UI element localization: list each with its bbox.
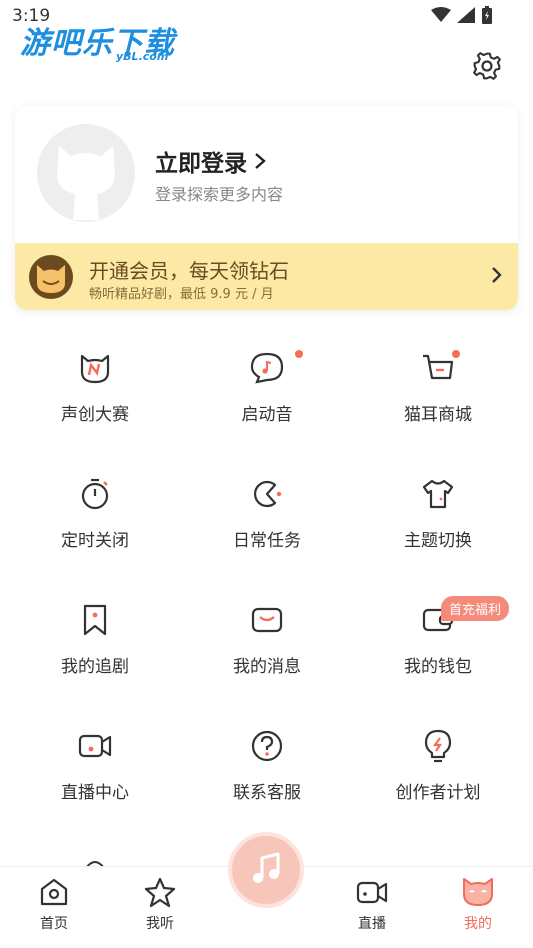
bulb-icon	[424, 729, 452, 763]
grid-item-daily-tasks[interactable]: 日常任务	[178, 456, 356, 556]
grid-item-messages[interactable]: 我的消息	[178, 582, 356, 682]
home-icon	[40, 878, 68, 906]
grid-label: 主题切换	[404, 531, 472, 551]
grid-item-following[interactable]: 我的追剧	[6, 582, 184, 682]
grid-label: 直播中心	[61, 783, 129, 803]
status-icons	[431, 6, 493, 24]
avatar[interactable]	[37, 124, 135, 222]
tab-label: 首页	[40, 916, 68, 932]
vip-subtitle: 畅听精品好剧，最低 9.9 元 / 月	[89, 287, 274, 302]
grid-label: 声创大赛	[61, 405, 129, 425]
grid-item-wallet[interactable]: 首充福利 我的钱包	[349, 582, 527, 682]
grid-label: 创作者计划	[395, 783, 481, 803]
chevron-right-icon	[492, 267, 502, 283]
cart-icon	[423, 354, 454, 380]
live-camera-icon	[78, 734, 112, 758]
grid-item-live-center[interactable]: 直播中心	[6, 708, 184, 808]
help-icon	[251, 730, 283, 762]
default-cat-avatar-icon	[57, 146, 115, 220]
grid-item-mall[interactable]: 猫耳商城	[349, 330, 527, 430]
tab-mine[interactable]: 我的	[438, 867, 518, 948]
wifi-icon	[431, 7, 451, 22]
vip-cat-icon	[29, 255, 73, 299]
mail-icon	[251, 607, 283, 633]
login-subtitle: 登录探索更多内容	[155, 185, 284, 204]
cat-face-icon	[463, 878, 493, 906]
grid-item-startup-sound[interactable]: 启动音	[178, 330, 356, 430]
tab-listen[interactable]: 我听	[120, 867, 200, 948]
task-icon	[253, 480, 282, 508]
grid-label: 日常任务	[233, 531, 301, 551]
login-button[interactable]: 立即登录	[155, 144, 267, 178]
vip-banner[interactable]: 开通会员，每天领钻石 畅听精品好剧，最低 9.9 元 / 月	[15, 243, 518, 310]
star-icon	[144, 877, 176, 908]
notification-dot	[452, 350, 460, 358]
grid-label: 我的追剧	[61, 657, 129, 677]
cat-n-icon	[80, 354, 110, 384]
music-note-icon	[253, 852, 280, 883]
watermark-logo: 游吧乐下载 yBL.com	[20, 18, 175, 63]
grid-item-contest[interactable]: 声创大赛	[6, 330, 184, 430]
login-title: 立即登录	[155, 151, 247, 177]
tab-home[interactable]: 首页	[14, 867, 94, 948]
tab-label: 我听	[146, 916, 174, 932]
timer-icon	[81, 478, 109, 510]
gear-icon	[473, 52, 501, 80]
grid-item-theme[interactable]: 主题切换	[349, 456, 527, 556]
vip-title: 开通会员，每天领钻石	[89, 259, 289, 283]
settings-button[interactable]	[471, 50, 503, 82]
chevron-right-icon	[255, 153, 266, 169]
grid-item-sleep-timer[interactable]: 定时关闭	[6, 456, 184, 556]
grid-item-creator-plan[interactable]: 创作者计划	[349, 708, 527, 808]
first-charge-badge: 首充福利	[440, 596, 509, 621]
tab-label: 直播	[358, 916, 386, 932]
grid-label: 联系客服	[233, 783, 301, 803]
grid-label: 猫耳商城	[404, 405, 472, 425]
grid-label: 我的钱包	[404, 657, 472, 677]
tab-live[interactable]: 直播	[332, 867, 412, 948]
notification-dot	[295, 350, 303, 358]
watermark-subtext: yBL.com	[116, 50, 169, 63]
grid-item-customer-service[interactable]: 联系客服	[178, 708, 356, 808]
chat-music-icon	[250, 352, 284, 384]
tshirt-icon	[422, 479, 454, 509]
profile-card: 立即登录 登录探索更多内容 开通会员，每天领钻石 畅听精品好剧，最低 9.9 元…	[15, 106, 518, 310]
signal-icon	[457, 7, 475, 23]
bookmark-icon	[83, 604, 107, 636]
grid-label: 启动音	[241, 405, 293, 425]
battery-icon	[482, 6, 492, 24]
center-play-button[interactable]	[228, 832, 304, 908]
tab-label: 我的	[464, 916, 492, 932]
video-icon	[356, 881, 388, 904]
grid-label: 定时关闭	[61, 531, 129, 551]
grid-label: 我的消息	[233, 657, 301, 677]
